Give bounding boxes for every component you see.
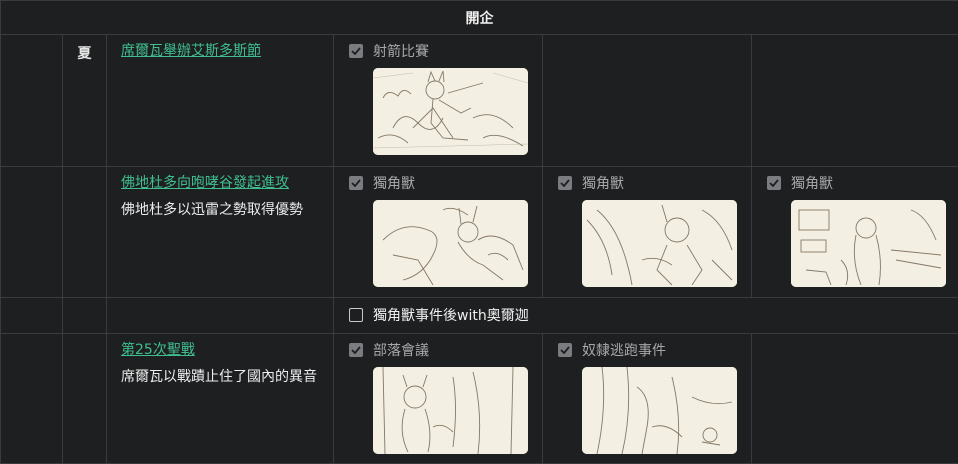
option-label: 獨角獸 <box>582 173 624 193</box>
option-cell: 獨角獸事件後with奧爾迦 <box>334 298 958 334</box>
sketch-unicorn-2-image <box>582 200 737 287</box>
empty-cell <box>63 334 107 464</box>
event-thumbnail[interactable] <box>582 367 737 454</box>
option-label: 部落會議 <box>373 340 429 360</box>
event-thumbnail[interactable] <box>373 200 528 287</box>
sketch-escape-image <box>582 367 737 454</box>
checkbox[interactable] <box>558 176 572 190</box>
season-label: 夏 <box>63 35 107 167</box>
empty-cell <box>1 35 63 167</box>
event-cell: 席爾瓦舉辦艾斯多斯節 <box>107 35 334 167</box>
empty-cell <box>1 298 63 334</box>
event-link[interactable]: 席爾瓦舉辦艾斯多斯節 <box>121 42 323 60</box>
event-cell: 第25次聖戰 席爾瓦以戰蹟止住了國內的異音 <box>107 334 334 464</box>
event-thumbnail[interactable] <box>373 68 528 155</box>
empty-cell <box>1 334 63 464</box>
event-thumbnail[interactable] <box>791 200 946 287</box>
option-label: 奴隸逃跑事件 <box>582 340 666 360</box>
option-cell: 射箭比賽 <box>334 35 543 167</box>
option-cell: 獨角獸 <box>752 167 958 298</box>
event-thumbnail[interactable] <box>582 200 737 287</box>
empty-cell <box>752 334 958 464</box>
empty-cell <box>107 298 334 334</box>
sketch-unicorn-1-image <box>373 200 528 287</box>
event-description: 席爾瓦以戰蹟止住了國內的異音 <box>121 368 323 386</box>
option-label: 獨角獸 <box>373 173 415 193</box>
sketch-unicorn-3-image <box>791 200 946 287</box>
event-cell: 佛地杜多向咆哮谷發起進攻 佛地杜多以迅雷之勢取得優勢 <box>107 167 334 298</box>
event-thumbnail[interactable] <box>373 367 528 454</box>
checkbox[interactable] <box>349 44 363 58</box>
event-link[interactable]: 佛地杜多向咆哮谷發起進攻 <box>121 174 323 192</box>
option-cell: 獨角獸 <box>543 167 752 298</box>
option-label: 獨角獸事件後with奧爾迦 <box>373 305 529 325</box>
empty-cell <box>752 35 958 167</box>
event-description: 佛地杜多以迅雷之勢取得優勢 <box>121 201 323 219</box>
checkbox[interactable] <box>349 176 363 190</box>
empty-cell <box>543 35 752 167</box>
checkbox[interactable] <box>349 343 363 357</box>
option-label: 獨角獸 <box>791 173 833 193</box>
checkbox[interactable] <box>349 308 363 322</box>
empty-cell <box>63 167 107 298</box>
checkbox[interactable] <box>767 176 781 190</box>
sketch-council-image <box>373 367 528 454</box>
option-label: 射箭比賽 <box>373 41 429 61</box>
checkbox[interactable] <box>558 343 572 357</box>
empty-cell <box>1 167 63 298</box>
event-link[interactable]: 第25次聖戰 <box>121 341 323 359</box>
option-cell: 部落會議 <box>334 334 543 464</box>
event-table: 開企 夏 席爾瓦舉辦艾斯多斯節 射箭比賽 <box>0 0 958 464</box>
sketch-archery-image <box>373 68 528 155</box>
table-header: 開企 <box>1 1 958 35</box>
option-cell: 奴隸逃跑事件 <box>543 334 752 464</box>
option-cell: 獨角獸 <box>334 167 543 298</box>
empty-cell <box>63 298 107 334</box>
